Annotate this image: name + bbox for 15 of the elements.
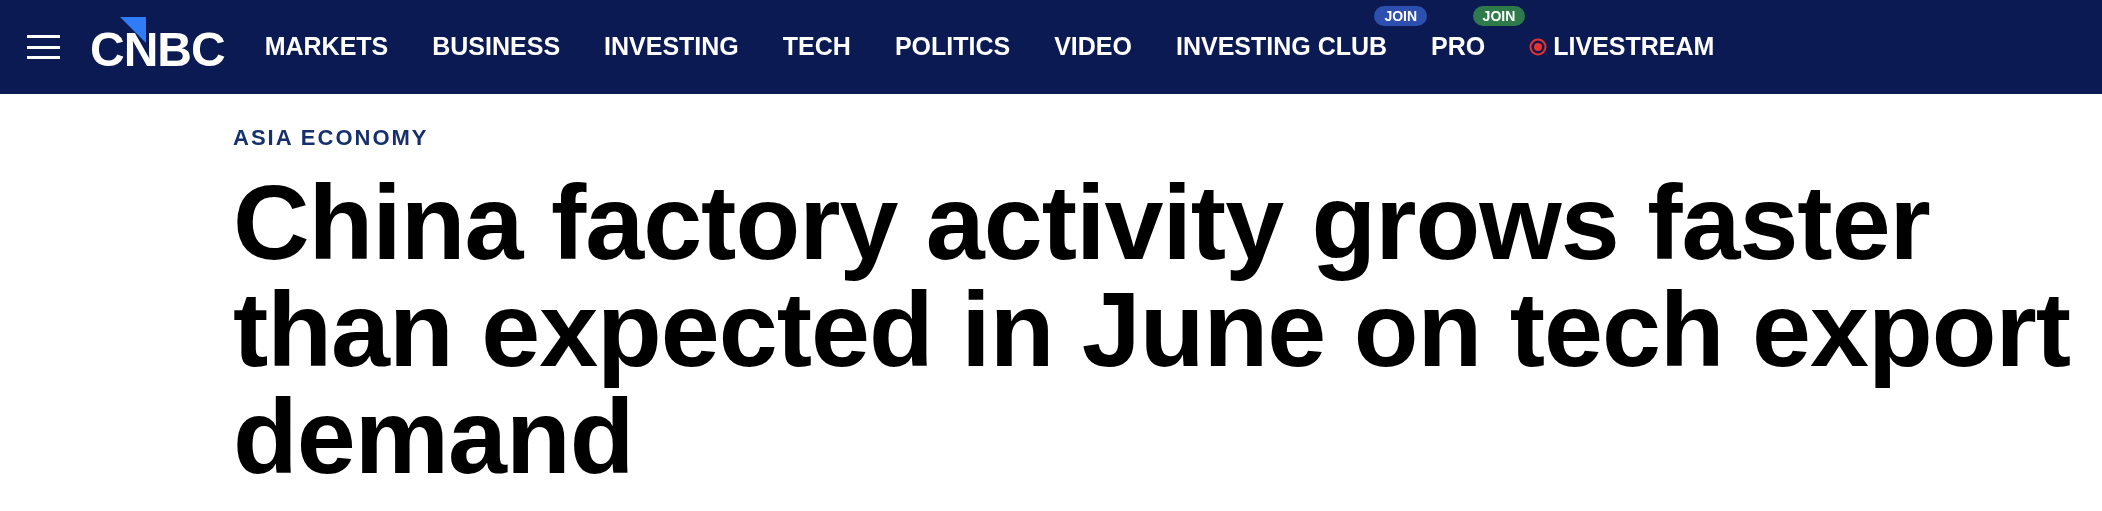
nav-link[interactable]: TECH <box>782 28 851 66</box>
nav-link[interactable]: INVESTING CLUB <box>1176 28 1388 66</box>
menu-icon[interactable] <box>27 35 60 59</box>
nav-link[interactable]: VIDEO <box>1054 28 1132 66</box>
nav-link[interactable]: INVESTING <box>604 28 739 66</box>
article-headline: China factory activity grows faster than expected in June on tech export demand <box>233 169 2071 490</box>
join-badge[interactable]: JOIN <box>1374 6 1428 27</box>
join-badge[interactable]: JOIN <box>1472 6 1526 27</box>
nav-link[interactable]: LIVESTREAM <box>1553 28 1715 66</box>
nav-link[interactable]: POLITICS <box>894 28 1011 66</box>
nav-link[interactable]: PRO <box>1431 28 1486 66</box>
nav-link[interactable]: BUSINESS <box>432 28 561 66</box>
site-logo[interactable]: CNBC <box>90 17 229 77</box>
category-label[interactable]: ASIA ECONOMY <box>233 127 2102 149</box>
nav-link[interactable]: MARKETS <box>264 28 389 66</box>
